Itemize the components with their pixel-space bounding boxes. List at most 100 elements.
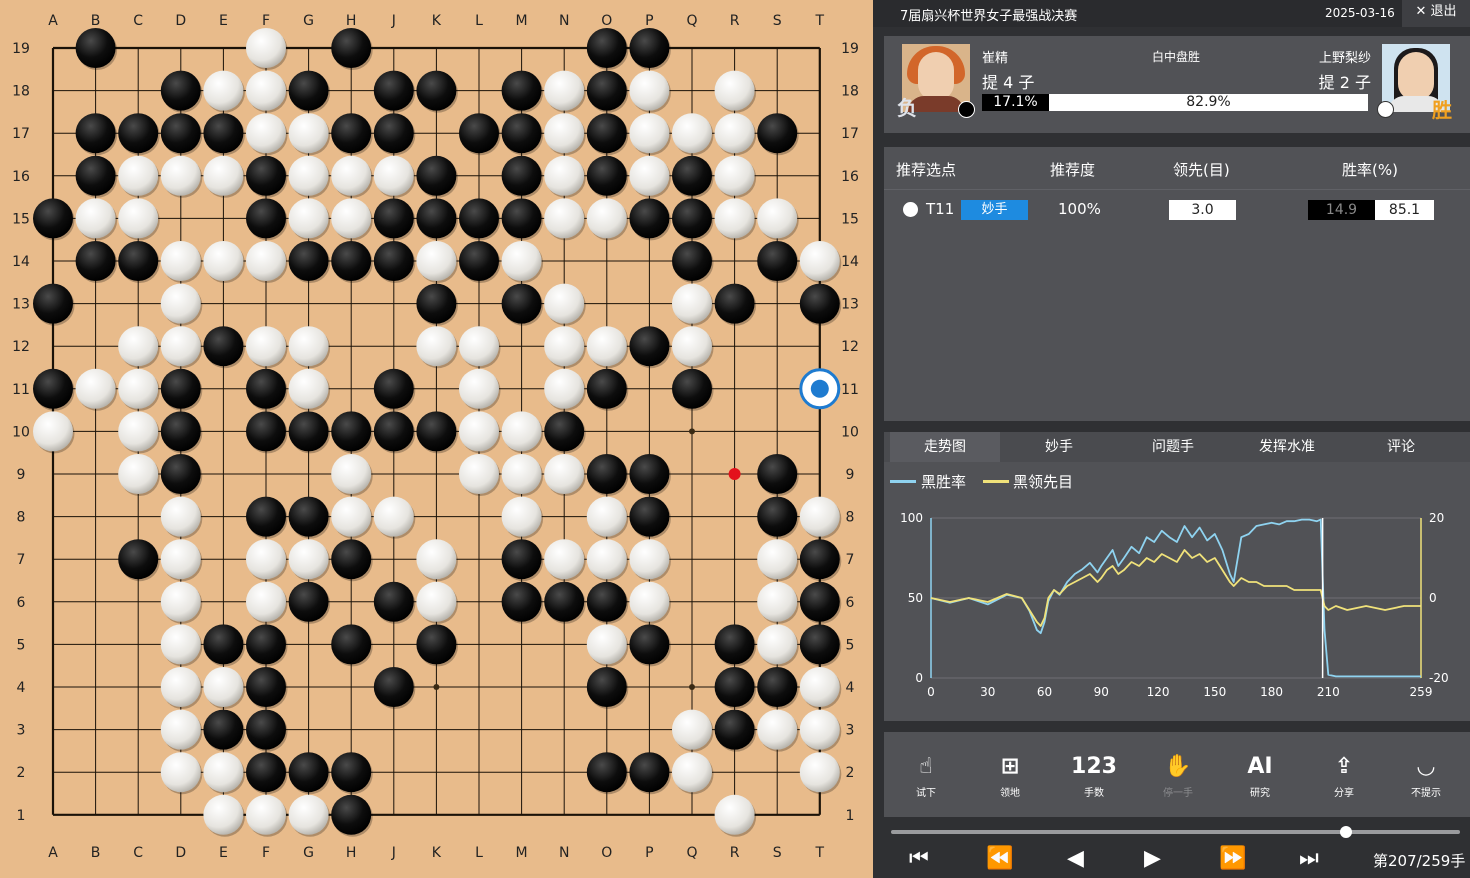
white-stone[interactable] <box>246 241 286 281</box>
black-stone[interactable] <box>75 155 116 196</box>
black-stone[interactable] <box>799 581 840 622</box>
white-stone[interactable] <box>288 155 329 196</box>
tool-territory-button[interactable]: ⊞ 领地 <box>980 752 1040 799</box>
black-stone[interactable] <box>672 155 712 196</box>
white-stone[interactable] <box>160 326 201 367</box>
black-stone[interactable] <box>586 667 627 707</box>
black-stone[interactable] <box>586 28 627 68</box>
white-stone[interactable] <box>118 155 159 196</box>
white-stone[interactable] <box>586 539 627 580</box>
back-ten-button[interactable]: ⏪ <box>986 846 1013 872</box>
white-stone[interactable] <box>799 667 840 707</box>
black-stone[interactable] <box>416 411 457 452</box>
white-stone[interactable] <box>544 113 585 154</box>
black-stone[interactable] <box>246 709 286 750</box>
white-stone[interactable] <box>544 70 585 111</box>
white-stone[interactable] <box>416 326 457 367</box>
white-stone[interactable] <box>160 581 201 622</box>
white-stone[interactable] <box>714 198 755 239</box>
black-stone[interactable] <box>246 411 286 452</box>
black-stone[interactable] <box>459 198 499 239</box>
white-stone[interactable] <box>799 709 840 750</box>
white-stone[interactable] <box>586 326 627 367</box>
white-stone[interactable] <box>118 326 159 367</box>
white-stone[interactable] <box>629 70 670 111</box>
white-stone[interactable] <box>331 155 372 196</box>
white-stone[interactable] <box>799 241 840 281</box>
go-board[interactable]: A A B B C C D D E E F F G G H H J J K K L L M M N N O O P P Q Q R R S S T T 19… <box>0 0 873 878</box>
black-stone[interactable] <box>331 752 372 793</box>
playback-slider-handle[interactable] <box>1340 826 1353 838</box>
black-stone[interactable] <box>203 709 244 750</box>
black-stone[interactable] <box>75 113 116 154</box>
black-stone[interactable] <box>373 70 414 111</box>
black-stone[interactable] <box>246 368 286 409</box>
black-stone[interactable] <box>416 198 457 239</box>
black-stone[interactable] <box>373 368 414 409</box>
white-stone[interactable] <box>118 454 159 494</box>
black-stone[interactable] <box>160 70 201 111</box>
white-stone[interactable] <box>246 794 286 835</box>
black-stone[interactable] <box>246 155 286 196</box>
next-move-button[interactable]: ▶ <box>1144 846 1161 872</box>
black-stone[interactable] <box>331 411 372 452</box>
black-stone[interactable] <box>160 411 201 452</box>
black-stone[interactable] <box>246 496 286 537</box>
white-stone[interactable] <box>160 709 201 750</box>
black-stone[interactable] <box>799 283 840 324</box>
black-stone[interactable] <box>629 752 670 793</box>
black-stone[interactable] <box>672 198 712 239</box>
white-stone[interactable] <box>459 411 499 452</box>
tab-trend[interactable]: 走势图 <box>890 432 1000 462</box>
black-stone[interactable] <box>501 581 542 622</box>
white-stone[interactable] <box>672 326 712 367</box>
tool-hide-hint-button[interactable]: ◡ 不提示 <box>1396 752 1456 799</box>
black-stone[interactable] <box>586 70 627 111</box>
white-stone[interactable] <box>799 496 840 537</box>
go-board-canvas[interactable]: AABBCCDDEEFFGGHHJJKKLLMMNNOOPPQQRRSSTT19… <box>0 0 873 878</box>
white-stone[interactable] <box>203 752 244 793</box>
white-stone[interactable] <box>714 70 755 111</box>
black-stone[interactable] <box>586 752 627 793</box>
white-stone[interactable] <box>459 368 499 409</box>
black-stone[interactable] <box>160 113 201 154</box>
white-stone[interactable] <box>33 411 73 452</box>
black-stone[interactable] <box>757 454 798 494</box>
black-stone[interactable] <box>629 454 670 494</box>
black-stone[interactable] <box>331 794 372 835</box>
tool-share-button[interactable]: ⇪ 分享 <box>1314 752 1374 799</box>
black-stone[interactable] <box>629 28 670 68</box>
white-stone[interactable] <box>672 709 712 750</box>
black-stone[interactable] <box>672 241 712 281</box>
black-stone[interactable] <box>331 28 372 68</box>
black-stone[interactable] <box>672 368 712 409</box>
black-stone[interactable] <box>501 155 542 196</box>
black-stone[interactable] <box>373 667 414 707</box>
black-stone[interactable] <box>629 198 670 239</box>
black-stone[interactable] <box>203 624 244 665</box>
white-stone[interactable] <box>288 539 329 580</box>
white-stone[interactable] <box>672 752 712 793</box>
black-stone[interactable] <box>33 198 73 239</box>
white-stone[interactable] <box>714 794 755 835</box>
white-stone[interactable] <box>459 326 499 367</box>
white-stone[interactable] <box>288 368 329 409</box>
white-stone[interactable] <box>757 624 798 665</box>
tool-touch-button[interactable]: ☝ 试下 <box>896 752 956 799</box>
white-stone[interactable] <box>544 454 585 494</box>
white-stone[interactable] <box>544 539 585 580</box>
white-stone[interactable] <box>160 283 201 324</box>
black-stone[interactable] <box>373 411 414 452</box>
black-stone[interactable] <box>373 241 414 281</box>
black-stone[interactable] <box>416 624 457 665</box>
black-stone[interactable] <box>586 113 627 154</box>
black-stone[interactable] <box>501 283 542 324</box>
black-stone[interactable] <box>544 411 585 452</box>
playback-slider-track[interactable] <box>891 830 1460 834</box>
white-stone[interactable] <box>203 794 244 835</box>
white-stone[interactable] <box>203 155 244 196</box>
white-stone[interactable] <box>246 326 286 367</box>
white-stone[interactable] <box>672 283 712 324</box>
black-stone[interactable] <box>331 113 372 154</box>
white-stone[interactable] <box>586 496 627 537</box>
